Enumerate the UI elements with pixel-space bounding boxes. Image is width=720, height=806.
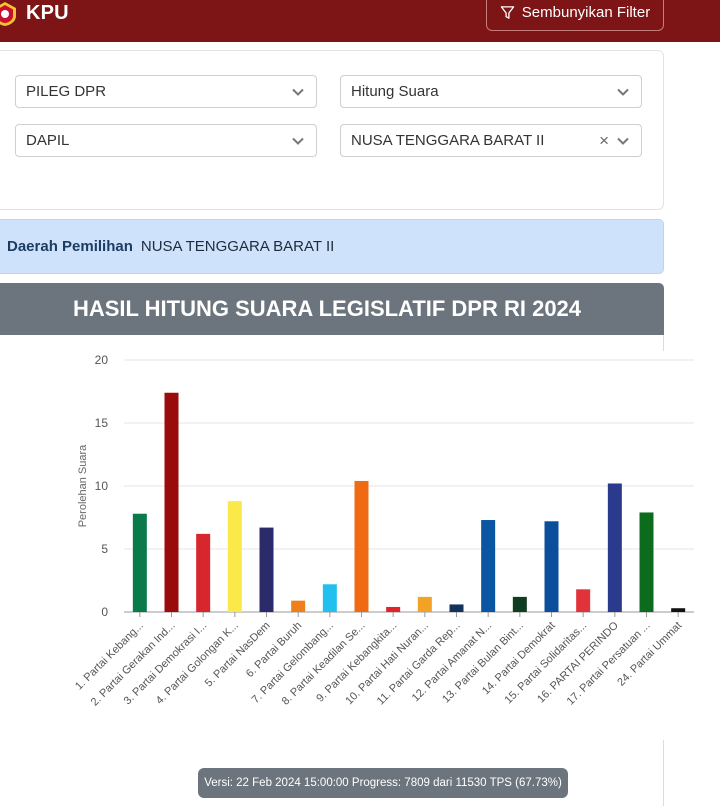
- y-axis-label: Perolehan Suara: [77, 444, 89, 527]
- kpu-logo[interactable]: [0, 0, 18, 28]
- district-value: NUSA TENGGARA BARAT II: [140, 238, 335, 255]
- card-border-line: [663, 740, 664, 806]
- bar-17[interactable]: [639, 512, 654, 612]
- bar-10[interactable]: [417, 596, 432, 612]
- y-tick-label: 10: [95, 479, 109, 493]
- bar-16[interactable]: [607, 483, 622, 612]
- bar-1[interactable]: [132, 513, 147, 612]
- top-navbar: KPU Sembunyikan Filter: [0, 0, 720, 42]
- bar-9[interactable]: [386, 606, 401, 612]
- chevron-down-icon: [292, 88, 304, 96]
- election-type-value: PILEG DPR: [26, 83, 107, 100]
- region-value: NUSA TENGGARA BARAT II: [351, 132, 545, 149]
- y-tick-label: 0: [101, 605, 108, 619]
- y-tick-label: 20: [95, 353, 109, 367]
- vote-count-bar-chart: 05101520 1. Partai Kebang...2. Partai Ge…: [73, 353, 694, 709]
- bar-14[interactable]: [544, 521, 559, 612]
- chevron-down-icon: [292, 137, 304, 145]
- bar-2[interactable]: [164, 392, 179, 612]
- count-mode-value: Hitung Suara: [351, 83, 439, 100]
- bar-12[interactable]: [481, 520, 496, 612]
- region-level-select[interactable]: DAPIL: [15, 124, 317, 157]
- hide-filter-button[interactable]: Sembunyikan Filter: [486, 0, 664, 31]
- filter-icon: [500, 6, 515, 19]
- bar-7[interactable]: [322, 584, 337, 612]
- count-mode-select[interactable]: Hitung Suara: [340, 75, 642, 108]
- y-tick-label: 5: [101, 542, 108, 556]
- hide-filter-label: Sembunyikan Filter: [521, 4, 651, 21]
- clear-selection-icon[interactable]: ×: [599, 132, 609, 149]
- district-label: Daerah Pemilihan: [7, 238, 133, 255]
- electoral-district-banner: Daerah Pemilihan NUSA TENGGARA BARAT II: [0, 219, 664, 274]
- bar-4[interactable]: [227, 501, 242, 612]
- bar-5[interactable]: [259, 527, 274, 612]
- kpu-emblem-icon: [0, 2, 16, 26]
- bar-11[interactable]: [449, 604, 464, 612]
- bar-6[interactable]: [291, 600, 306, 612]
- x-tick-label: 6. Partai Buruh: [244, 620, 304, 680]
- bar-8[interactable]: [354, 480, 369, 612]
- bar-15[interactable]: [576, 589, 591, 612]
- region-select[interactable]: NUSA TENGGARA BARAT II ×: [340, 124, 642, 157]
- y-tick-label: 15: [95, 416, 109, 430]
- bar-3[interactable]: [196, 533, 211, 612]
- bar-13[interactable]: [512, 596, 527, 612]
- brand-title[interactable]: KPU: [26, 2, 69, 25]
- chart-title: HASIL HITUNG SUARA LEGISLATIF DPR RI 202…: [0, 283, 664, 335]
- version-progress-badge: Versi: 22 Feb 2024 15:00:00 Progress: 78…: [198, 768, 568, 798]
- election-type-select[interactable]: PILEG DPR: [15, 75, 317, 108]
- chevron-down-icon: [617, 137, 629, 145]
- bar-18[interactable]: [671, 608, 686, 612]
- region-level-value: DAPIL: [26, 132, 70, 149]
- filter-panel: PILEG DPR Hitung Suara DAPIL NUSA TENGGA…: [0, 50, 664, 210]
- chevron-down-icon: [617, 88, 629, 96]
